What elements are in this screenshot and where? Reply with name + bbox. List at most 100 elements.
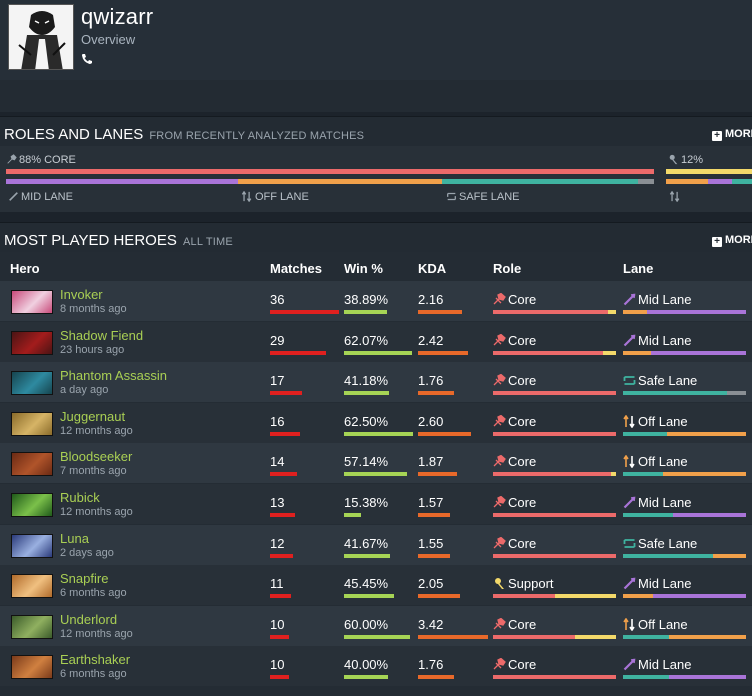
heroes-title: MOST PLAYED HEROES xyxy=(4,232,177,249)
column-header-hero[interactable]: Hero xyxy=(10,261,40,276)
column-header-kda[interactable]: KDA xyxy=(418,261,446,276)
hero-portrait[interactable] xyxy=(11,574,53,599)
column-header-win[interactable]: Win % xyxy=(344,261,383,276)
table-row[interactable]: Rubick 12 months ago 13 15.38% 1.57 Core Mid L… xyxy=(0,484,752,524)
matches-bar xyxy=(270,594,291,599)
table-row[interactable]: Juggernaut 12 months ago 16 62.50% 2.60 Core O… xyxy=(0,402,752,443)
winrate-bar xyxy=(344,391,389,396)
kda-value: 2.42 xyxy=(418,332,444,348)
role-bar-segment xyxy=(493,350,603,355)
column-header-lane[interactable]: Lane xyxy=(623,261,653,276)
core-icon xyxy=(493,414,506,427)
lane-bar-segment xyxy=(623,391,727,396)
hero-name-link[interactable]: Luna xyxy=(60,531,89,546)
hero-name-link[interactable]: Juggernaut xyxy=(60,409,125,424)
winrate-value: 62.50% xyxy=(344,413,389,429)
hero-portrait[interactable] xyxy=(11,655,53,680)
profile-subtitle: Overview xyxy=(81,32,136,47)
matches-value: 29 xyxy=(270,332,285,348)
lane-bar-segment xyxy=(623,675,669,680)
support-mid-lane-bar xyxy=(708,179,732,184)
safe-lane-icon xyxy=(447,192,456,201)
mid-lane-icon xyxy=(623,334,636,346)
kda-bar xyxy=(418,594,460,599)
hero-portrait[interactable] xyxy=(11,371,53,396)
kda-bar xyxy=(418,675,454,680)
hero-name-link[interactable]: Shadow Fiend xyxy=(60,328,143,343)
table-row[interactable]: Underlord 12 months ago 10 60.00% 3.42 Core Of… xyxy=(0,605,752,646)
lane-bar-segment xyxy=(669,634,746,639)
support-icon xyxy=(669,154,678,165)
hero-last-played: 6 months ago xyxy=(60,587,127,600)
heroes-subtitle: ALL TIME xyxy=(183,236,233,248)
hero-name-link[interactable]: Bloodseeker xyxy=(60,449,132,464)
support-bar xyxy=(666,169,752,174)
hero-portrait[interactable] xyxy=(11,533,53,558)
kda-bar xyxy=(418,634,488,639)
winrate-value: 45.45% xyxy=(344,576,389,592)
hero-name-link[interactable]: Rubick xyxy=(60,490,100,505)
column-header-matches[interactable]: Matches xyxy=(270,261,322,276)
hero-name-link[interactable]: Underlord xyxy=(60,612,117,627)
hero-last-played: 12 months ago xyxy=(60,424,133,437)
hero-last-played: 23 hours ago xyxy=(60,343,125,356)
kda-value: 1.76 xyxy=(418,657,444,673)
matches-value: 10 xyxy=(270,616,285,632)
support-safe-lane-bar xyxy=(732,179,752,184)
kda-bar xyxy=(418,391,454,396)
support-percentage: 12% xyxy=(668,154,703,166)
matches-bar xyxy=(270,350,326,355)
matches-bar xyxy=(270,553,293,558)
lane-value: Off Lane xyxy=(623,617,688,632)
lane-label-safe: SAFE LANE xyxy=(446,191,520,203)
hero-name-link[interactable]: Phantom Assassin xyxy=(60,368,167,383)
matches-bar xyxy=(270,472,297,477)
lane-bar-segment xyxy=(623,431,667,436)
hero-portrait[interactable] xyxy=(11,411,53,436)
core-icon xyxy=(493,293,506,305)
kda-bar xyxy=(418,350,468,355)
hero-name-link[interactable]: Snapfire xyxy=(60,571,108,586)
hero-last-played: 2 days ago xyxy=(60,546,114,559)
column-header-role[interactable]: Role xyxy=(493,261,521,276)
off-lane-icon xyxy=(623,617,635,631)
hero-portrait[interactable] xyxy=(11,614,53,639)
role-value: Core xyxy=(493,333,536,348)
hero-last-played: 12 months ago xyxy=(60,506,133,518)
phone-icon[interactable] xyxy=(81,53,93,65)
kda-value: 1.57 xyxy=(418,495,444,510)
lane-bar-segment xyxy=(667,431,746,436)
core-icon xyxy=(493,496,506,508)
table-row[interactable]: Snapfire 6 months ago 11 45.45% 2.05 Support M… xyxy=(0,565,752,606)
role-bar-segment xyxy=(493,431,616,436)
hero-portrait[interactable] xyxy=(11,330,53,355)
role-value: Support xyxy=(493,576,554,591)
table-row[interactable]: Luna 2 days ago 12 41.67% 1.55 Core Safe Lane xyxy=(0,524,752,565)
matches-bar xyxy=(270,634,289,639)
table-row[interactable]: Earthshaker 6 months ago 10 40.00% 1.76 Core M… xyxy=(0,646,752,687)
role-bar-segment xyxy=(493,553,616,558)
matches-value: 14 xyxy=(270,454,285,470)
winrate-value: 38.89% xyxy=(344,292,389,307)
table-row[interactable]: Invoker 8 months ago 36 38.89% 2.16 Core Mid L… xyxy=(0,281,752,321)
winrate-bar xyxy=(344,513,361,517)
hero-portrait[interactable] xyxy=(11,290,53,314)
lane-bar-segment xyxy=(713,553,746,558)
core-icon xyxy=(493,536,506,549)
heroes-more-button[interactable]: +MORE xyxy=(712,234,752,247)
winrate-value: 62.07% xyxy=(344,332,389,348)
table-row[interactable]: Phantom Assassin a day ago 17 41.18% 1.76 Cor… xyxy=(0,362,752,403)
hero-name-link[interactable]: Earthshaker xyxy=(60,652,130,667)
avatar[interactable] xyxy=(8,4,74,70)
role-bar-segment xyxy=(493,634,575,639)
hero-portrait[interactable] xyxy=(11,452,53,477)
lane-value: Safe Lane xyxy=(623,536,697,551)
roles-more-button[interactable]: +MORE xyxy=(712,128,752,141)
core-icon xyxy=(493,374,506,386)
off-lane-icon xyxy=(623,455,635,469)
hero-name-link[interactable]: Invoker xyxy=(60,287,103,302)
table-row[interactable]: Shadow Fiend 23 hours ago 29 62.07% 2.42 Core… xyxy=(0,321,752,362)
hero-portrait[interactable] xyxy=(11,493,53,517)
table-row[interactable]: Bloodseeker 7 months ago 14 57.14% 1.87 Core O… xyxy=(0,443,752,484)
winrate-bar xyxy=(344,553,390,558)
